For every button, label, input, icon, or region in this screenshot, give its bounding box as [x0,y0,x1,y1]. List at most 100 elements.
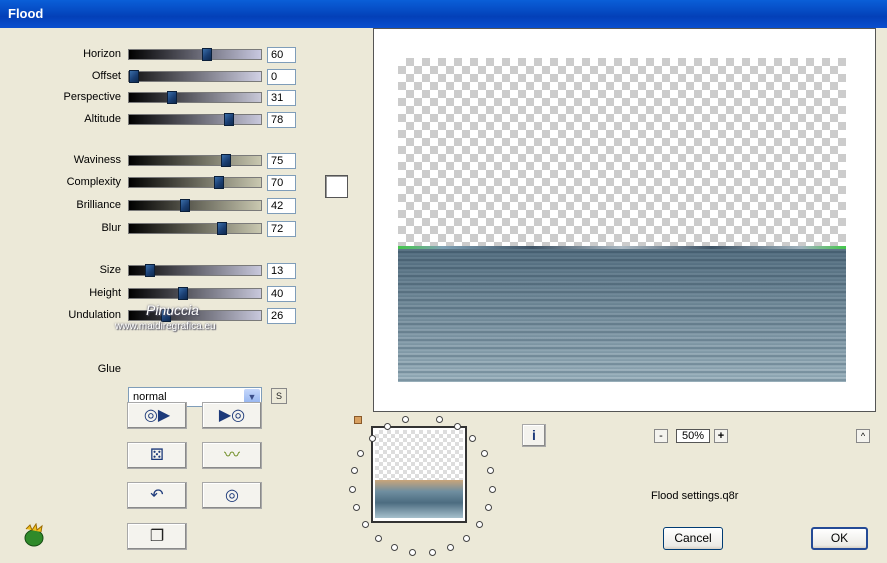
navigator-ring-dot[interactable] [476,521,483,528]
slider-label-offset: Offset [91,70,121,82]
slider-label-horizon: Horizon [83,48,121,60]
watermark-name: Pinuccia [146,302,199,318]
slider-label-undulation: Undulation [68,309,121,321]
thumbnail-water [375,480,463,518]
slider-track-complexity[interactable] [128,176,262,189]
slider-handle-size[interactable] [145,264,155,277]
slider-handle-altitude[interactable] [224,113,234,126]
navigator-ring-dot[interactable] [349,486,356,493]
slider-track-brilliance[interactable] [128,199,262,212]
slider-track-size[interactable] [128,264,262,277]
slider-value-waviness[interactable]: 75 [267,153,296,169]
slider-value-horizon[interactable]: 60 [267,47,296,63]
dice-icon: ⚄ [150,447,164,464]
navigator-ring-dot[interactable] [391,544,398,551]
slider-handle-height[interactable] [178,287,188,300]
navigator-ring-dot[interactable] [447,544,454,551]
slider-value-undulation[interactable]: 26 [267,308,296,324]
slider-track-horizon[interactable] [128,48,262,61]
color-swatch[interactable] [325,175,348,198]
glue-s-button[interactable]: S [271,388,287,404]
preview-water [398,248,846,382]
slider-label-blur: Blur [101,222,121,234]
slider-handle-offset[interactable] [129,70,139,83]
save-preset-button[interactable]: ▶◎ [202,402,262,429]
randomize-button[interactable]: ⚄ [127,442,187,469]
slider-label-brilliance: Brilliance [76,199,121,211]
watermark-site: www.maidiregrafica.eu [115,321,216,332]
navigator-ring-dot[interactable] [357,450,364,457]
slider-label-waviness: Waviness [73,154,121,166]
slider-value-blur[interactable]: 72 [267,221,296,237]
navigator-ring-dot[interactable] [489,486,496,493]
navigator-ring-dot[interactable] [375,535,382,542]
ok-button[interactable]: OK [811,527,868,550]
navigator-handle[interactable] [354,416,362,424]
undo-button[interactable]: ↶ [127,482,187,509]
slider-value-size[interactable]: 13 [267,263,296,279]
wave-button[interactable]: 〰 [202,442,262,469]
info-icon: i [532,427,536,443]
navigator-ring-dot[interactable] [402,416,409,423]
slider-label-size: Size [99,264,121,276]
slider-track-height[interactable] [128,287,262,300]
navigator-ring-dot[interactable] [353,504,360,511]
navigator-ring-dot[interactable] [362,521,369,528]
navigator-ring-dot[interactable] [409,549,416,556]
navigator-ring-dot[interactable] [469,435,476,442]
slider-track-blur[interactable] [128,222,262,235]
slider-label-height: Height [89,287,121,299]
navigator-ring-dot[interactable] [429,549,436,556]
navigator-ring-dot[interactable] [463,535,470,542]
navigator-ring-dot[interactable] [485,504,492,511]
navigator-ring-dot[interactable] [436,416,443,423]
preview-horizon-line [398,246,846,249]
slider-value-complexity[interactable]: 70 [267,175,296,191]
slider-track-perspective[interactable] [128,91,262,104]
page-icon: ❐ [149,528,165,545]
slider-value-height[interactable]: 40 [267,286,296,302]
slider-handle-brilliance[interactable] [180,199,190,212]
slider-handle-complexity[interactable] [214,176,224,189]
slider-label-altitude: Altitude [84,113,121,125]
slider-track-waviness[interactable] [128,154,262,167]
settings-filename: Flood settings.q8r [651,490,739,502]
glue-label: Glue [97,363,121,375]
arrow-disc-icon: ▶◎ [218,407,246,424]
slider-handle-waviness[interactable] [221,154,231,167]
load-preset-button[interactable]: ◎▶ [127,402,187,429]
dialog-client: Horizon 60 Offset 0 Perspective 31 Altitude 78 W… [3,28,884,560]
slider-handle-horizon[interactable] [202,48,212,61]
slider-track-altitude[interactable] [128,113,262,126]
slider-track-offset[interactable] [128,70,262,83]
slider-label-complexity: Complexity [66,176,121,188]
disc-arrow-icon: ◎▶ [143,407,171,424]
slider-handle-perspective[interactable] [167,91,177,104]
slider-value-altitude[interactable]: 78 [267,112,296,128]
navigator-ring-dot[interactable] [351,467,358,474]
preview-canvas[interactable] [373,28,876,412]
cancel-button[interactable]: Cancel [663,527,723,550]
reset-button[interactable]: ◎ [202,482,262,509]
navigator-ring-dot[interactable] [454,423,461,430]
wave-icon: 〰 [223,447,240,464]
copy-button[interactable]: ❐ [127,523,187,550]
slider-value-brilliance[interactable]: 42 [267,198,296,214]
filter-logo-icon [24,523,44,547]
slider-label-perspective: Perspective [63,91,121,103]
collapse-button[interactable]: ^ [856,429,870,443]
navigator-ring-dot[interactable] [369,435,376,442]
navigator-thumbnail[interactable] [371,426,467,523]
zoom-out-button[interactable]: - [654,429,668,443]
zoom-in-button[interactable]: + [714,429,728,443]
window-title: Flood [8,6,44,21]
navigator-ring-dot[interactable] [384,423,391,430]
info-button[interactable]: i [522,424,546,447]
navigator-ring-dot[interactable] [487,467,494,474]
navigator-ring-dot[interactable] [481,450,488,457]
circle-icon: ◎ [225,487,239,504]
slider-value-offset[interactable]: 0 [267,69,296,85]
preview-transparent-area [398,58,846,248]
slider-handle-blur[interactable] [217,222,227,235]
slider-value-perspective[interactable]: 31 [267,90,296,106]
